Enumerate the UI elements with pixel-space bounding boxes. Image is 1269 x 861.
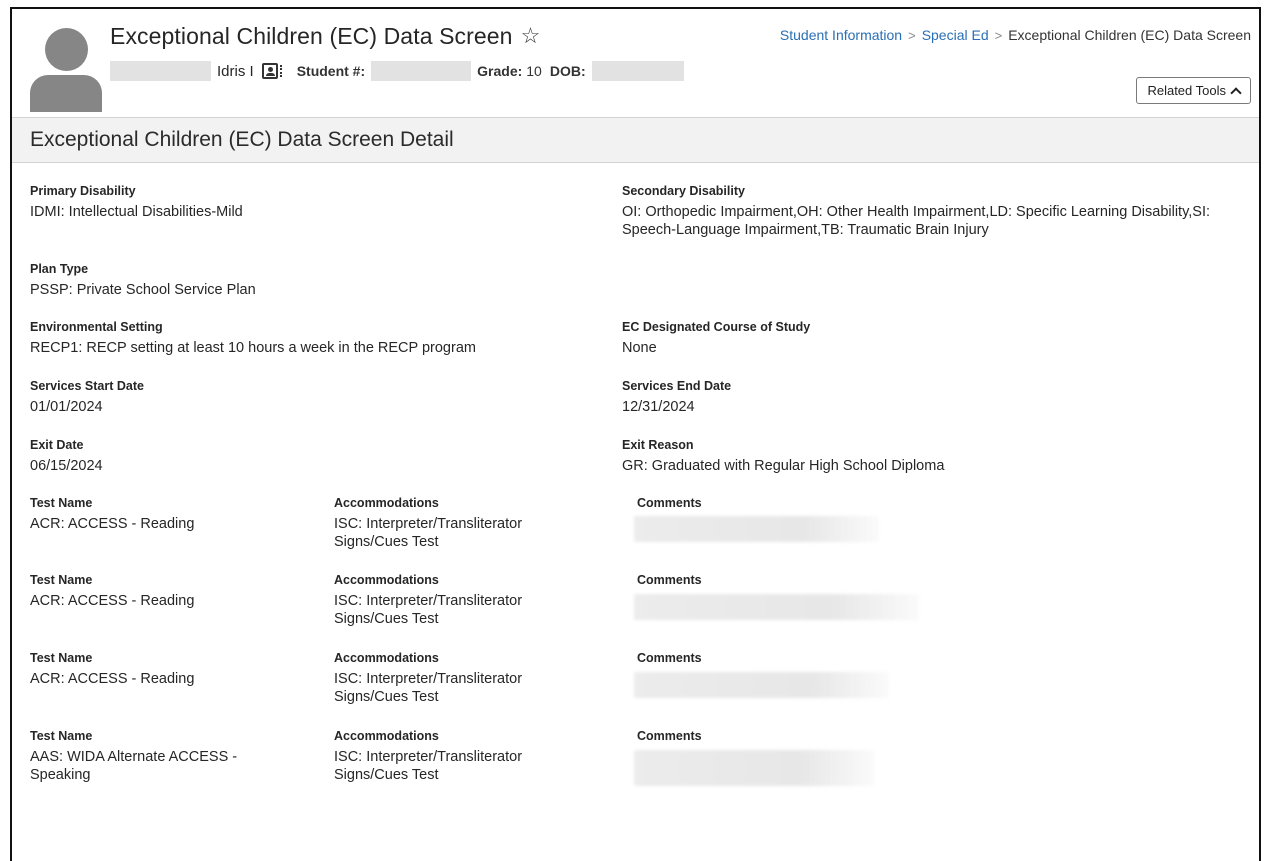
redacted-comment [634, 750, 874, 786]
secondary-disability-value: OI: Orthopedic Impairment,OH: Other Heal… [622, 204, 1211, 238]
contact-card-icon[interactable] [261, 63, 278, 79]
accommodations-value: ISC: Interpreter/Transliterator Signs/Cu… [334, 749, 523, 783]
environmental-setting-value: RECP1: RECP setting at least 10 hours a … [30, 340, 476, 356]
accommodations-field: Accommodations ISC: Interpreter/Translit… [334, 728, 584, 784]
exit-date-value: 06/15/2024 [30, 458, 103, 474]
primary-disability-field: Primary Disability IDMI: Intellectual Di… [30, 183, 590, 221]
comments-field: Comments [637, 572, 937, 588]
exit-date-field: Exit Date 06/15/2024 [30, 437, 590, 475]
breadcrumb-current-page: Exceptional Children (EC) Data Screen [1008, 27, 1251, 43]
comments-field: Comments [637, 495, 937, 511]
exit-reason-value: GR: Graduated with Regular High School D… [622, 458, 945, 474]
comments-field: Comments [637, 728, 937, 744]
breadcrumb-student-information[interactable]: Student Information [780, 27, 902, 43]
detail-section-header: Exceptional Children (EC) Data Screen De… [12, 117, 1259, 163]
primary-disability-label: Primary Disability [30, 184, 136, 198]
breadcrumb: Student Information > Special Ed > Excep… [780, 27, 1251, 43]
plan-type-field: Plan Type PSSP: Private School Service P… [30, 261, 590, 299]
plan-type-value: PSSP: Private School Service Plan [30, 282, 256, 298]
redacted-comment [634, 516, 879, 542]
test-name-label: Test Name [30, 496, 93, 510]
accommodations-label: Accommodations [334, 651, 439, 665]
comments-field: Comments [637, 650, 937, 666]
test-name-field: Test Name ACR: ACCESS - Reading [30, 650, 290, 688]
services-end-date-field: Services End Date 12/31/2024 [622, 378, 1202, 416]
accommodations-value: ISC: Interpreter/Transliterator Signs/Cu… [334, 593, 523, 627]
redacted-comment [634, 594, 919, 620]
comments-label: Comments [637, 496, 702, 510]
test-name-label: Test Name [30, 729, 93, 743]
student-number-label: Student #: [296, 63, 366, 79]
test-name-field: Test Name AAS: WIDA Alternate ACCESS - S… [30, 728, 290, 784]
test-name-value: ACR: ACCESS - Reading [30, 593, 195, 609]
comments-label: Comments [637, 729, 702, 743]
avatar-body [30, 75, 102, 112]
accommodations-field: Accommodations ISC: Interpreter/Translit… [334, 650, 584, 706]
page-header: Exceptional Children (EC) Data Screen ☆ … [12, 9, 1259, 117]
avatar-head [45, 28, 88, 71]
student-avatar [30, 24, 102, 112]
exit-date-label: Exit Date [30, 438, 84, 452]
environmental-setting-label: Environmental Setting [30, 320, 163, 334]
course-of-study-label: EC Designated Course of Study [622, 320, 811, 334]
contact-menu-icon[interactable] [279, 65, 283, 77]
plan-type-label: Plan Type [30, 262, 89, 276]
redacted-dob [591, 61, 684, 81]
accommodations-label: Accommodations [334, 729, 439, 743]
page-title: Exceptional Children (EC) Data Screen [110, 22, 513, 49]
services-end-date-label: Services End Date [622, 379, 732, 393]
accommodations-value: ISC: Interpreter/Transliterator Signs/Cu… [334, 516, 523, 550]
services-start-date-field: Services Start Date 01/01/2024 [30, 378, 590, 416]
related-tools-button[interactable]: Related Tools [1136, 77, 1251, 104]
comments-label: Comments [637, 651, 702, 665]
breadcrumb-separator: > [908, 27, 916, 43]
test-name-value: ACR: ACCESS - Reading [30, 516, 195, 532]
course-of-study-value: None [622, 340, 657, 356]
detail-title: Exceptional Children (EC) Data Screen De… [30, 128, 454, 151]
secondary-disability-label: Secondary Disability [622, 184, 745, 198]
redacted-comment [634, 672, 889, 698]
comments-label: Comments [637, 573, 702, 587]
course-of-study-field: EC Designated Course of Study None [622, 319, 1202, 357]
primary-disability-value: IDMI: Intellectual Disabilities-Mild [30, 204, 243, 220]
exit-reason-label: Exit Reason [622, 438, 694, 452]
redacted-first-name [110, 61, 211, 81]
student-info-row: Idris I Student #: Grade: 10 DOB: [110, 60, 684, 82]
accommodations-label: Accommodations [334, 496, 439, 510]
test-name-field: Test Name ACR: ACCESS - Reading [30, 495, 290, 533]
related-tools-label: Related Tools [1147, 83, 1226, 98]
accommodations-field: Accommodations ISC: Interpreter/Translit… [334, 572, 584, 628]
services-start-date-label: Services Start Date [30, 379, 144, 393]
grade-label: Grade: [477, 63, 523, 79]
student-name: Idris I [217, 62, 254, 80]
test-name-label: Test Name [30, 573, 93, 587]
chevron-up-icon [1230, 86, 1242, 99]
exit-reason-field: Exit Reason GR: Graduated with Regular H… [622, 437, 1202, 475]
environmental-setting-field: Environmental Setting RECP1: RECP settin… [30, 319, 610, 357]
dob-label: DOB: [549, 63, 586, 79]
breadcrumb-special-ed[interactable]: Special Ed [922, 27, 989, 43]
test-name-field: Test Name ACR: ACCESS - Reading [30, 572, 290, 610]
title-row: Exceptional Children (EC) Data Screen ☆ [110, 21, 540, 51]
redacted-student-number [371, 61, 472, 81]
accommodations-value: ISC: Interpreter/Transliterator Signs/Cu… [334, 671, 523, 705]
services-end-date-value: 12/31/2024 [622, 399, 695, 415]
grade-value: 10 [526, 63, 542, 79]
test-name-value: ACR: ACCESS - Reading [30, 671, 195, 687]
star-icon[interactable]: ☆ [521, 25, 541, 47]
services-start-date-value: 01/01/2024 [30, 399, 103, 415]
accommodations-label: Accommodations [334, 573, 439, 587]
test-name-value: AAS: WIDA Alternate ACCESS - Speaking [30, 749, 238, 783]
secondary-disability-field: Secondary Disability OI: Orthopedic Impa… [622, 183, 1222, 239]
ec-data-screen-window: Exceptional Children (EC) Data Screen ☆ … [10, 7, 1261, 861]
breadcrumb-separator: > [994, 27, 1003, 43]
test-name-label: Test Name [30, 651, 93, 665]
accommodations-field: Accommodations ISC: Interpreter/Translit… [334, 495, 584, 551]
